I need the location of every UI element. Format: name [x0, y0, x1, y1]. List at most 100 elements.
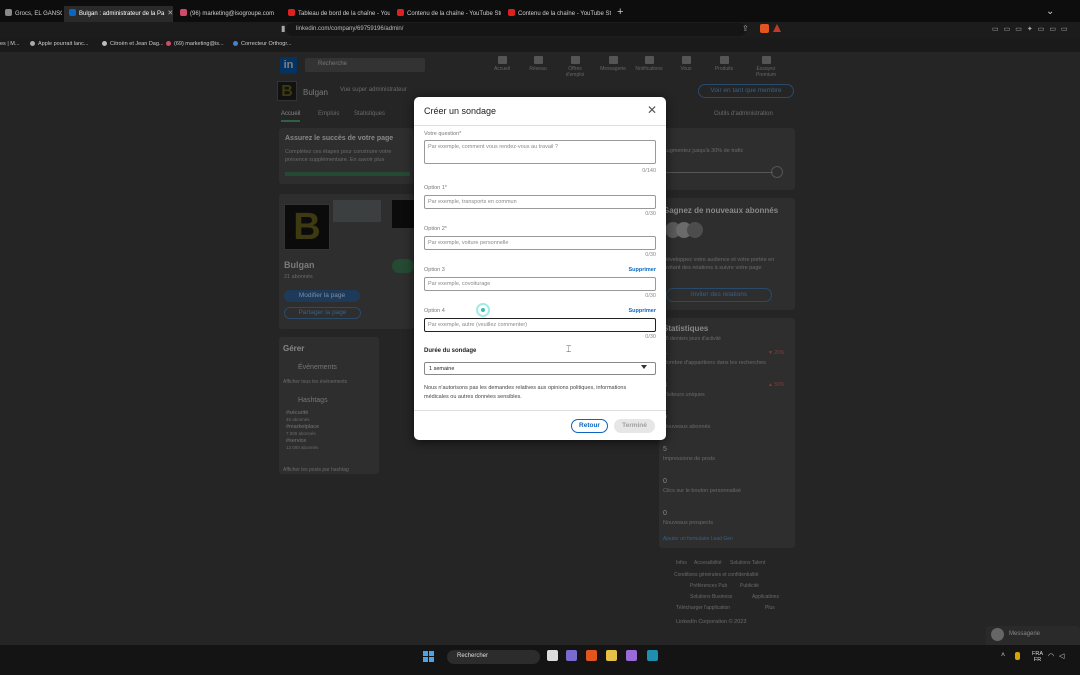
nav-label: Produits [714, 66, 734, 72]
linkedin-nav-item[interactable]: Messagerie [598, 56, 628, 72]
stat-label: Nombre d'apparitions dans les recherches [663, 360, 766, 366]
tab-home[interactable]: Accueil [281, 111, 301, 122]
nav-label: Notifications [635, 66, 663, 72]
poll-dialog: Créer un sondage ✕ Votre question* Par e… [414, 97, 666, 440]
bookmark-item[interactable]: Correcteur Orthogr... [233, 41, 291, 47]
browser-tab[interactable]: Bulgan : administrateur de la Pa ✕ [64, 6, 173, 22]
windows-start-icon[interactable] [423, 651, 434, 662]
browser-tab[interactable]: Contenu de la chaîne - YouTube Studi [503, 6, 611, 22]
footer-link[interactable]: Préférences Pub [690, 583, 727, 589]
bookmark-item[interactable]: Citroën et Jean Dag... [102, 41, 164, 47]
folder-icon[interactable] [606, 650, 617, 661]
hashtag-item[interactable]: #service [286, 438, 306, 444]
boost-text: Augmentez jusqu'à 30% de trafic [663, 148, 744, 154]
language-indicator[interactable]: FRA FR [1032, 651, 1043, 663]
footer-link[interactable]: Solutions Talent [730, 560, 765, 566]
linkedin-nav-item[interactable]: Accueil [487, 56, 517, 72]
bookmark-item[interactable]: (69) marketing@is... [166, 41, 224, 47]
remove-option-button[interactable]: Supprimer [584, 308, 656, 314]
footer-link[interactable]: Applications [752, 594, 779, 600]
bookmark-item[interactable]: Apple pourrait lanc... [30, 41, 88, 47]
brave-shield-icon[interactable] [760, 24, 769, 33]
duration-select[interactable]: 1 semaine [424, 362, 656, 375]
linkedin-nav-item[interactable]: Offres d'emploi [560, 56, 590, 78]
remove-option-button[interactable]: Supprimer [584, 267, 656, 273]
browser-tab[interactable]: Contenu de la chaîne - YouTube Studi [392, 6, 501, 22]
option-input[interactable]: Par exemple, voiture personnelle [424, 236, 656, 250]
option-counter: 0/30 [645, 211, 656, 217]
tray-chevron-icon[interactable]: ˄ [1001, 652, 1005, 659]
messaging-avatar [991, 628, 1004, 641]
edit-page-button[interactable]: Modifier la page [284, 290, 360, 302]
tab-search-icon[interactable]: ⌄ [1046, 6, 1054, 17]
footer-link[interactable]: Infos [676, 560, 687, 566]
new-followers-text: Développez votre audience et votre porté… [663, 257, 775, 271]
post-button[interactable] [392, 259, 414, 273]
admin-tools-menu[interactable]: Outils d'administration [714, 111, 773, 117]
footer-link[interactable]: Solutions Business [690, 594, 732, 600]
taskbar-search-input[interactable]: Rechercher [447, 650, 540, 664]
wifi-icon[interactable]: ◠ [1048, 652, 1054, 660]
microphone-icon[interactable] [1015, 652, 1020, 660]
bookmark-icon[interactable]: ▮ [281, 24, 285, 33]
hashtag-count: 13 000 abonnés [286, 445, 319, 450]
close-icon[interactable]: ✕ [646, 103, 658, 117]
hashtag-item[interactable]: #sécurité [286, 410, 308, 416]
volume-icon[interactable]: ◁ [1059, 652, 1064, 660]
linkedin-nav-item[interactable]: Vous [671, 56, 701, 72]
tab-close-icon[interactable]: ✕ [167, 10, 173, 17]
brave-rewards-icon[interactable] [773, 24, 781, 32]
hashtags-note: Afficher les posts par hashtag [283, 467, 349, 473]
footer-link[interactable]: Conditions générales et confidentialité [674, 572, 759, 578]
bookmark-favicon-icon [166, 41, 171, 46]
linkedin-search-input[interactable]: Recherche [305, 58, 425, 72]
notepad-icon[interactable] [626, 650, 637, 661]
lead-gen-link[interactable]: Ajouter un formulaire Lead Gen [663, 536, 733, 542]
option-input[interactable]: Par exemple, transports en commun [424, 195, 656, 209]
back-button[interactable]: Retour [571, 419, 608, 433]
chat-icon[interactable] [566, 650, 577, 661]
dialog-title: Créer un sondage [424, 106, 497, 116]
brave-icon[interactable] [586, 650, 597, 661]
tab-stats[interactable]: Statistiques [354, 111, 385, 117]
invite-relations-button[interactable]: Inviter des relations [666, 288, 772, 302]
stat-delta: ▼ 20% [768, 350, 785, 356]
hashtag-item[interactable]: #marketplace [286, 424, 319, 430]
bookmark-item[interactable]: es | M... [0, 41, 19, 47]
linkedin-nav-item[interactable]: Notifications [634, 56, 664, 72]
nav-label: Messagerie [600, 66, 626, 72]
tab-jobs[interactable]: Emplois [318, 111, 339, 117]
done-button[interactable]: Terminé [614, 419, 655, 433]
events-empty: Afficher tous les événements [283, 379, 348, 385]
linkedin-nav-item[interactable]: Produits [709, 56, 739, 72]
question-input[interactable]: Par exemple, comment vous rendez-vous au… [424, 140, 656, 164]
bookmarks-bar: es | M... Apple pourrait lanc... Citroën e… [0, 38, 1080, 52]
messaging-label: Messagerie [1009, 631, 1041, 637]
success-progress-bar [285, 172, 410, 176]
new-tab-button[interactable]: + [617, 6, 623, 18]
view-as-member-button[interactable]: Voir en tant que membre [698, 84, 794, 98]
tab-favicon-icon [69, 9, 76, 16]
linkedin-nav-item[interactable]: Réseau [523, 56, 553, 72]
footer-link[interactable]: Publicité [740, 583, 759, 589]
linkedin-nav-item[interactable]: Essayez Premium [751, 56, 781, 78]
terminal-icon[interactable] [647, 650, 658, 661]
share-page-button[interactable]: Partager la page [284, 307, 361, 319]
browser-tab[interactable]: Tableau de bord de la chaîne - YouTube [283, 6, 390, 22]
option-input[interactable]: Par exemple, covoiturage [424, 277, 656, 291]
extension-icons[interactable]: ▭▭▭✦▭▭▭ [992, 25, 1073, 33]
events-link[interactable]: Événements [298, 364, 337, 371]
option-input[interactable]: Par exemple, autre (veuillez commenter) [424, 318, 656, 332]
footer-link[interactable]: Accessibilité [694, 560, 722, 566]
linkedin-logo[interactable]: in [280, 57, 297, 74]
success-text: Complétez ces étapes pour construire vot… [285, 149, 392, 163]
browser-tab[interactable]: Grocs, EL GANSO, Freep [0, 6, 62, 22]
share-icon[interactable]: ⇪ [742, 24, 749, 33]
footer-link[interactable]: Télécharger l'application [676, 605, 730, 611]
footer-link[interactable]: Plus [765, 605, 775, 611]
nav-glyph-icon [608, 56, 618, 64]
url-field[interactable]: linkedin.com/company/69759196/admin/ [286, 23, 746, 36]
connection-avatars [665, 222, 705, 238]
browser-tab[interactable]: (96) marketing@isogroupe.com [175, 6, 281, 22]
files-icon[interactable] [547, 650, 558, 661]
